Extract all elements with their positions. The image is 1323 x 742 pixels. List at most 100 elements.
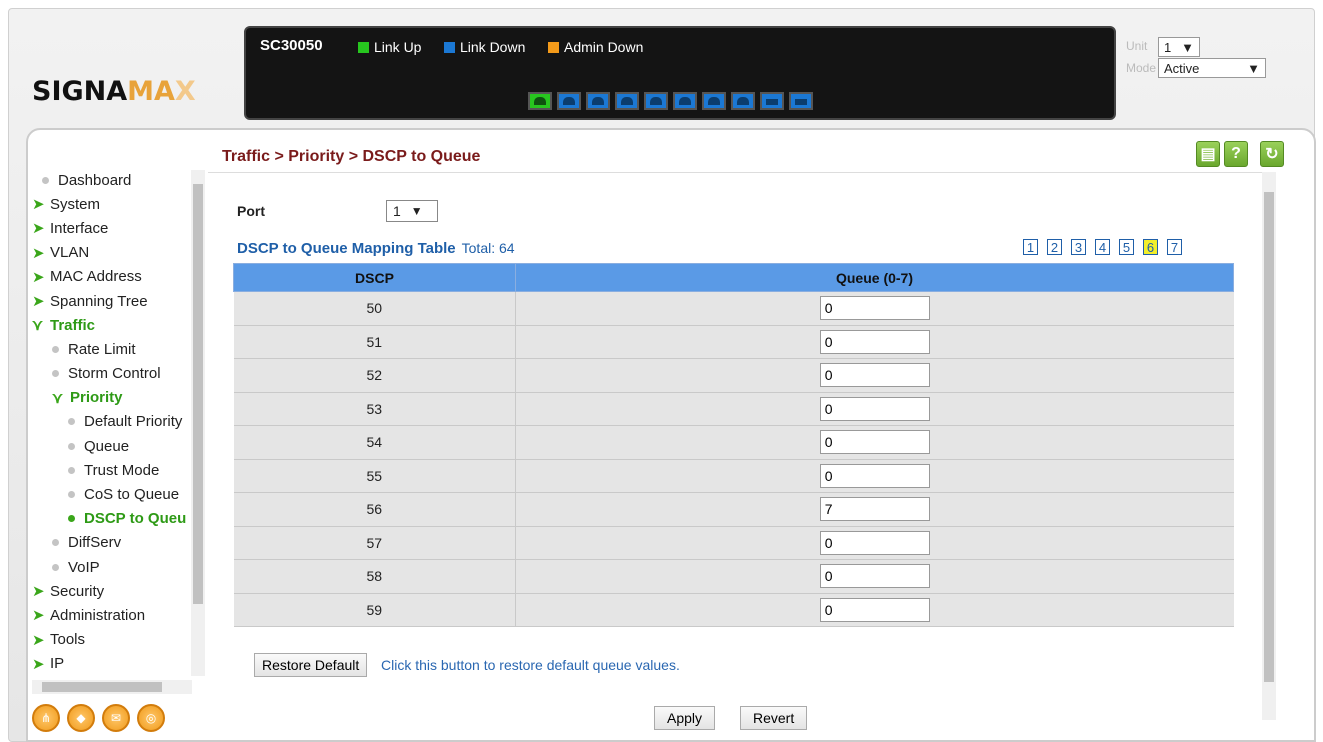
- revert-button[interactable]: Revert: [740, 706, 808, 730]
- sidebar-item-security[interactable]: ➤ Security: [32, 579, 202, 603]
- sidebar-item-voip[interactable]: VoIP: [32, 555, 202, 579]
- legend-link-down: Link Down: [444, 39, 525, 55]
- queue-input[interactable]: [819, 497, 930, 522]
- main-content: Port 1 ▼ DSCP to Queue Mapping Table Total…: [208, 172, 1262, 742]
- sidebar-item-rate-limit[interactable]: Rate Limit: [32, 337, 202, 361]
- dscp-cell: 54: [233, 425, 516, 460]
- dscp-cell: 53: [233, 392, 516, 426]
- queue-input[interactable]: [819, 296, 930, 321]
- sidebar-item-administration[interactable]: ➤ Administration: [32, 603, 202, 627]
- page-link-7[interactable]: 7: [1167, 239, 1182, 255]
- sfp-port-9-icon[interactable]: [760, 92, 784, 110]
- unit-select[interactable]: 1 ▼: [1158, 37, 1200, 57]
- sidebar-vertical-scrollbar[interactable]: [191, 170, 205, 676]
- expand-arrow-icon: ➤: [32, 220, 45, 238]
- sidebar-item-queue[interactable]: Queue: [32, 434, 202, 458]
- main-vertical-scrollbar[interactable]: [1262, 172, 1276, 720]
- queue-input[interactable]: [819, 363, 930, 388]
- bullet-icon: [68, 466, 75, 474]
- sidebar-item-mac-address[interactable]: ➤ MAC Address: [32, 265, 202, 289]
- link-down-swatch: [444, 41, 455, 53]
- restore-default-button[interactable]: Restore Default: [254, 653, 368, 677]
- refresh-button[interactable]: ↻: [1260, 141, 1284, 167]
- sidebar-item-priority[interactable]: ⋎ Priority: [32, 386, 202, 410]
- page-link-6-current[interactable]: 6: [1143, 239, 1158, 255]
- sidebar-item-ip[interactable]: ➤ IP: [32, 652, 202, 676]
- help-button[interactable]: ?: [1224, 141, 1248, 167]
- sidebar-item-tools[interactable]: ➤ Tools: [32, 628, 202, 652]
- sidebar-item-dscp-to-queue[interactable]: DSCP to Queu: [32, 507, 202, 531]
- sidebar-item-system[interactable]: ➤ System: [32, 192, 202, 216]
- dscp-cell: 59: [233, 593, 516, 627]
- queue-input[interactable]: [819, 329, 930, 354]
- port-4-icon[interactable]: [615, 92, 639, 110]
- bullet-icon: [68, 491, 75, 499]
- sidebar-item-default-priority[interactable]: Default Priority: [32, 410, 202, 434]
- port-1-icon[interactable]: [528, 92, 552, 110]
- scrollbar-thumb[interactable]: [1264, 192, 1274, 682]
- apply-button[interactable]: Apply: [654, 706, 716, 730]
- page-link-5[interactable]: 5: [1119, 239, 1134, 255]
- page-link-1[interactable]: 1: [1023, 239, 1038, 255]
- globe-icon[interactable]: ◎: [137, 704, 165, 732]
- port-2-icon[interactable]: [557, 92, 581, 110]
- sidebar-horizontal-scrollbar[interactable]: [32, 680, 192, 694]
- port-5-icon[interactable]: [644, 92, 668, 110]
- unit-label: Unit: [1126, 39, 1148, 53]
- bullet-icon: [52, 539, 59, 547]
- dscp-cell: 57: [233, 526, 516, 560]
- scrollbar-thumb[interactable]: [42, 682, 162, 692]
- admin-down-swatch: [548, 41, 559, 53]
- sidebar-item-cos-to-queue[interactable]: CoS to Queue: [32, 482, 202, 506]
- switch-panel: SC30050 Link Up Link Down Admin Down: [244, 26, 1116, 120]
- bullet-icon: [52, 370, 59, 378]
- scrollbar-thumb[interactable]: [193, 184, 203, 604]
- sidebar-item-spanning-tree[interactable]: ➤ Spanning Tree: [32, 289, 202, 313]
- port-7-icon[interactable]: [702, 92, 726, 110]
- queue-input[interactable]: [819, 530, 930, 555]
- port-label: Port: [237, 203, 265, 219]
- expand-arrow-icon: ➤: [32, 607, 45, 625]
- sidebar-item-trust-mode[interactable]: Trust Mode: [32, 458, 202, 482]
- table-row: 54: [233, 425, 1234, 460]
- page-link-4[interactable]: 4: [1095, 239, 1110, 255]
- dscp-cell: 58: [233, 559, 516, 594]
- sidebar-item-traffic[interactable]: ⋎ Traffic: [32, 313, 202, 337]
- port-select[interactable]: 1 ▼: [386, 200, 438, 222]
- breadcrumb: Traffic > Priority > DSCP to Queue: [222, 148, 481, 165]
- collapse-arrow-icon: ⋎: [52, 389, 63, 407]
- sidebar-item-storm-control[interactable]: Storm Control: [32, 362, 202, 386]
- sidebar-item-interface[interactable]: ➤ Interface: [32, 216, 202, 240]
- sidebar-item-vlan[interactable]: ➤ VLAN: [32, 241, 202, 265]
- queue-input[interactable]: [819, 396, 930, 421]
- home-icon[interactable]: ◆: [67, 704, 95, 732]
- sidebar-item-dashboard[interactable]: Dashboard: [32, 168, 202, 192]
- port-6-icon[interactable]: [673, 92, 697, 110]
- dscp-cell: 51: [233, 325, 516, 359]
- sidebar-item-diffserv[interactable]: DiffServ: [32, 531, 202, 555]
- port-8-icon[interactable]: [731, 92, 755, 110]
- page-link-3[interactable]: 3: [1071, 239, 1086, 255]
- mode-select[interactable]: Active ▼: [1158, 58, 1266, 78]
- bullet-icon: [52, 563, 59, 571]
- dscp-cell: 56: [233, 492, 516, 527]
- table-row: 59: [233, 593, 1234, 627]
- topology-icon[interactable]: ⋔: [32, 704, 60, 732]
- page-link-2[interactable]: 2: [1047, 239, 1062, 255]
- port-row: [528, 92, 813, 110]
- save-button[interactable]: ▤: [1196, 141, 1220, 167]
- mode-label: Mode: [1126, 61, 1157, 75]
- port-3-icon[interactable]: [586, 92, 610, 110]
- queue-input[interactable]: [819, 564, 930, 589]
- queue-input[interactable]: [819, 430, 930, 455]
- bullet-icon: [42, 176, 49, 184]
- bullet-icon: [52, 345, 59, 353]
- queue-input[interactable]: [819, 463, 930, 488]
- expand-arrow-icon: ➤: [32, 268, 45, 286]
- mail-icon[interactable]: ✉: [102, 704, 130, 732]
- bottom-icon-bar: ⋔ ◆ ✉ ◎: [32, 704, 165, 732]
- bullet-icon: [68, 442, 75, 450]
- expand-arrow-icon: ➤: [32, 583, 45, 601]
- sfp-port-10-icon[interactable]: [789, 92, 813, 110]
- queue-input[interactable]: [819, 597, 930, 622]
